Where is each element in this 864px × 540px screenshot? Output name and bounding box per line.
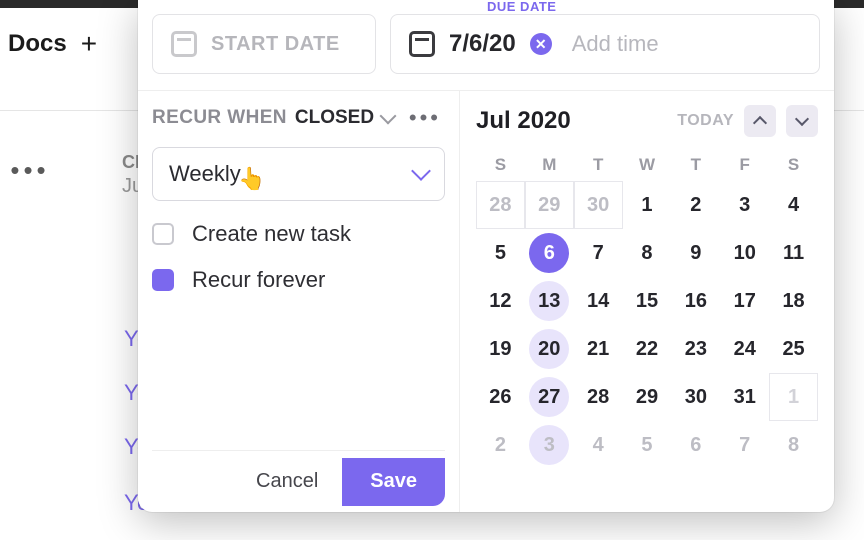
dow-cell: S bbox=[769, 155, 818, 175]
chevron-up-icon bbox=[753, 116, 767, 130]
recur-frequency-value: Weekly bbox=[169, 161, 241, 187]
cancel-button[interactable]: Cancel bbox=[234, 458, 340, 506]
recur-frequency-select[interactable]: Weekly bbox=[152, 147, 445, 201]
calendar-day[interactable]: 14 bbox=[574, 277, 623, 325]
prev-month-button[interactable] bbox=[744, 105, 776, 137]
calendar-grid: 2829301234567891011121314151617181920212… bbox=[476, 181, 818, 469]
create-new-task-option[interactable]: Create new task bbox=[152, 221, 445, 247]
calendar-day[interactable]: 16 bbox=[671, 277, 720, 325]
calendar-day[interactable]: 1 bbox=[769, 373, 818, 421]
calendar-day[interactable]: 24 bbox=[720, 325, 769, 373]
calendar-day[interactable]: 29 bbox=[623, 373, 672, 421]
add-view-button[interactable]: + bbox=[81, 28, 97, 60]
footer: Cancel Save bbox=[152, 450, 445, 512]
calendar-day[interactable]: 6 bbox=[525, 229, 574, 277]
recurrence-panel: RECUR WHEN CLOSED ••• Weekly 👆 Create ne… bbox=[138, 91, 460, 512]
due-date-value: 7/6/20 bbox=[449, 30, 516, 58]
calendar-icon bbox=[409, 31, 435, 57]
dow-cell: W bbox=[623, 155, 672, 175]
calendar-day[interactable]: 20 bbox=[525, 325, 574, 373]
calendar-day[interactable]: 30 bbox=[671, 373, 720, 421]
calendar-day[interactable]: 27 bbox=[525, 373, 574, 421]
recur-more-button[interactable]: ••• bbox=[409, 105, 445, 131]
date-picker-modal: START DATE DUE DATE 7/6/20 ✕ Add time RE… bbox=[138, 0, 834, 512]
checkbox-checked[interactable] bbox=[152, 269, 174, 291]
today-button[interactable]: TODAY bbox=[677, 112, 734, 130]
calendar-day[interactable]: 4 bbox=[769, 181, 818, 229]
calendar-day[interactable]: 5 bbox=[476, 229, 525, 277]
calendar-day[interactable]: 26 bbox=[476, 373, 525, 421]
calendar-day[interactable]: 11 bbox=[769, 229, 818, 277]
month-label: Jul 2020 bbox=[476, 107, 571, 135]
calendar-day[interactable]: 30 bbox=[574, 181, 623, 229]
calendar-day[interactable]: 3 bbox=[525, 421, 574, 469]
calendar-day[interactable]: 4 bbox=[574, 421, 623, 469]
calendar-day[interactable]: 7 bbox=[720, 421, 769, 469]
chevron-down-icon bbox=[411, 161, 431, 181]
calendar-day[interactable]: 5 bbox=[623, 421, 672, 469]
save-button[interactable]: Save bbox=[342, 458, 445, 506]
recur-trigger-select[interactable]: CLOSED bbox=[295, 107, 374, 129]
dow-cell: T bbox=[574, 155, 623, 175]
calendar-day[interactable]: 9 bbox=[671, 229, 720, 277]
calendar-day[interactable]: 6 bbox=[671, 421, 720, 469]
next-month-button[interactable] bbox=[786, 105, 818, 137]
calendar-day[interactable]: 13 bbox=[525, 277, 574, 325]
calendar-day[interactable]: 19 bbox=[476, 325, 525, 373]
recur-when-label: RECUR WHEN bbox=[152, 107, 287, 129]
calendar-day[interactable]: 2 bbox=[476, 421, 525, 469]
calendar-day[interactable]: 8 bbox=[769, 421, 818, 469]
day-of-week-header: SMTWTFS bbox=[476, 155, 818, 175]
calendar-day[interactable]: 10 bbox=[720, 229, 769, 277]
start-date-placeholder: START DATE bbox=[211, 33, 340, 56]
calendar-panel: Jul 2020 TODAY SMTWTFS 28293012345678910… bbox=[460, 91, 834, 512]
calendar-day[interactable]: 28 bbox=[574, 373, 623, 421]
dow-cell: F bbox=[720, 155, 769, 175]
date-bar: START DATE DUE DATE 7/6/20 ✕ Add time bbox=[138, 0, 834, 80]
calendar-day[interactable]: 22 bbox=[623, 325, 672, 373]
calendar-day[interactable]: 1 bbox=[623, 181, 672, 229]
calendar-day[interactable]: 7 bbox=[574, 229, 623, 277]
dow-cell: M bbox=[525, 155, 574, 175]
clear-due-date-button[interactable]: ✕ bbox=[530, 33, 552, 55]
calendar-day[interactable]: 21 bbox=[574, 325, 623, 373]
calendar-day[interactable]: 18 bbox=[769, 277, 818, 325]
calendar-day[interactable]: 31 bbox=[720, 373, 769, 421]
due-date-label: DUE DATE bbox=[487, 0, 556, 14]
chevron-down-icon bbox=[795, 112, 809, 126]
calendar-day[interactable]: 17 bbox=[720, 277, 769, 325]
calendar-day[interactable]: 2 bbox=[671, 181, 720, 229]
calendar-day[interactable]: 12 bbox=[476, 277, 525, 325]
cursor-icon: 👆 bbox=[238, 166, 265, 192]
calendar-day[interactable]: 23 bbox=[671, 325, 720, 373]
calendar-day[interactable]: 15 bbox=[623, 277, 672, 325]
recur-forever-option[interactable]: Recur forever bbox=[152, 267, 445, 293]
create-new-task-label: Create new task bbox=[192, 221, 351, 247]
recur-forever-label: Recur forever bbox=[192, 267, 325, 293]
view-docs[interactable]: Docs bbox=[8, 30, 67, 58]
calendar-day[interactable]: 3 bbox=[720, 181, 769, 229]
start-date-field[interactable]: START DATE bbox=[152, 14, 376, 74]
due-date-field[interactable]: DUE DATE 7/6/20 ✕ Add time bbox=[390, 14, 820, 74]
add-time-button[interactable]: Add time bbox=[572, 31, 659, 57]
calendar-day[interactable]: 28 bbox=[476, 181, 525, 229]
dow-cell: S bbox=[476, 155, 525, 175]
calendar-day[interactable]: 25 bbox=[769, 325, 818, 373]
more-icon[interactable]: ••• bbox=[0, 155, 60, 186]
checkbox-unchecked[interactable] bbox=[152, 223, 174, 245]
calendar-day[interactable]: 29 bbox=[525, 181, 574, 229]
calendar-day[interactable]: 8 bbox=[623, 229, 672, 277]
dow-cell: T bbox=[671, 155, 720, 175]
calendar-icon bbox=[171, 31, 197, 57]
chevron-down-icon[interactable] bbox=[380, 108, 397, 125]
